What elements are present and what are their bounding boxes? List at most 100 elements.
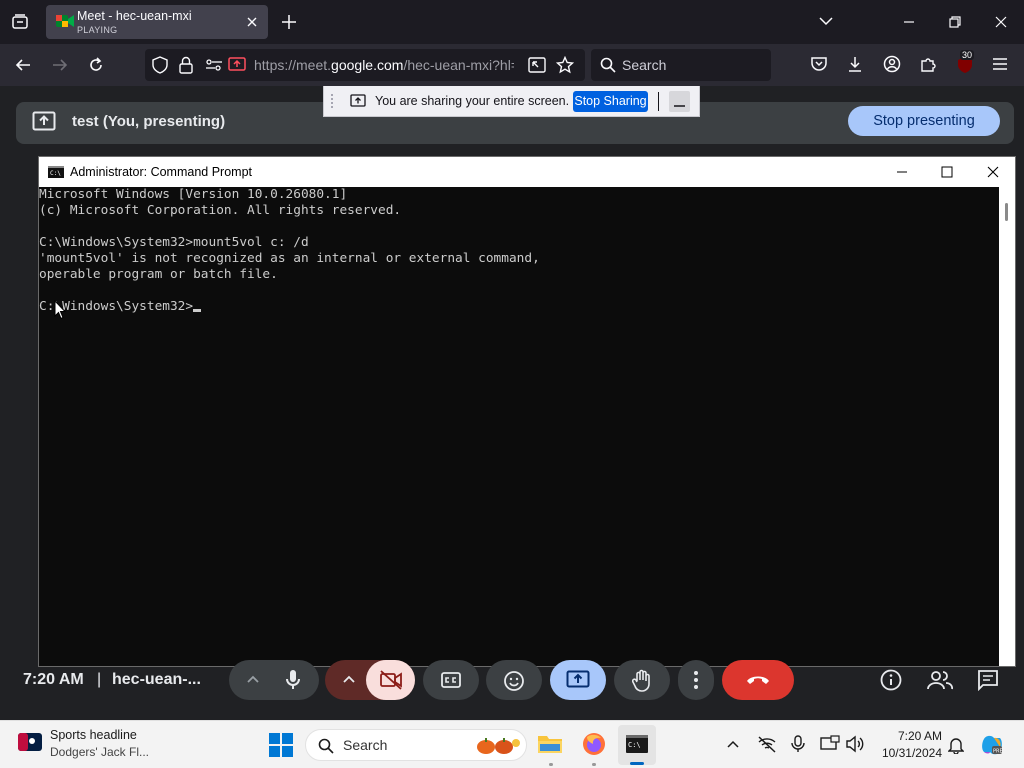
minimize-icon[interactable] [902,15,916,29]
taskbar-time[interactable]: 7:20 AM [880,729,942,743]
console-output[interactable]: Microsoft Windows [Version 10.0.26080.1]… [39,187,999,666]
more-vert-icon [694,671,698,689]
halloween-pumpkins-icon [472,734,522,756]
svg-text:C:\: C:\ [50,170,61,177]
volume-icon[interactable] [845,735,865,753]
picture-in-picture-icon[interactable] [528,57,546,73]
meeting-info-separator: | [97,671,102,688]
cmd-taskbar-button[interactable]: C:\ [618,725,656,765]
presenting-label: test (You, presenting) [72,113,226,130]
command-prompt-window[interactable]: C:\ Administrator: Command Prompt Micros… [38,156,1016,667]
mlb-news-widget-icon[interactable] [18,733,42,751]
closed-captions-icon [441,671,461,689]
news-widget-title[interactable]: Sports headline [50,728,137,742]
close-window-icon[interactable] [994,15,1008,29]
cmd-maximize-icon[interactable] [940,165,954,179]
account-icon[interactable] [883,55,901,73]
raise-hand-button[interactable] [614,660,670,700]
meeting-details-info-icon[interactable] [880,669,902,691]
mouse-pointer-icon [54,300,66,320]
tab-close-icon[interactable] [245,15,259,29]
screen-share-tray-icon[interactable] [820,735,840,753]
url-bar[interactable]: https://meet.google.com/hec-uean-mxi?hl= [145,49,585,81]
lock-icon[interactable] [179,56,193,74]
cmd-titlebar[interactable]: C:\ Administrator: Command Prompt [39,157,1015,187]
console-prompt-line: C:\Windows\System32> [39,299,999,315]
screen-share-indicator-icon[interactable] [228,57,246,73]
screen-share-icon [350,94,366,108]
search-icon [318,738,334,754]
news-widget-subtitle[interactable]: Dodgers' Jack Fl... [50,745,149,759]
firefox-icon[interactable] [581,731,607,757]
taskbar-search-placeholder: Search [343,737,388,753]
divider [658,92,659,111]
microphone-in-use-icon[interactable] [791,735,805,753]
cmd-window-title: Administrator: Command Prompt [70,165,253,179]
tab-meet[interactable]: Meet - hec-uean-mxi PLAYING [46,5,268,39]
audio-options-chevron-icon[interactable] [246,673,260,685]
network-disconnected-icon[interactable] [757,735,777,753]
minimize-notice-button[interactable] [669,91,690,112]
reload-icon[interactable] [87,56,105,74]
new-tab-icon[interactable] [280,13,298,31]
people-icon[interactable] [927,669,953,691]
stop-sharing-button[interactable]: Stop Sharing [573,91,648,112]
console-line: operable program or batch file. [39,267,278,282]
restore-icon[interactable] [948,15,962,29]
forward-icon[interactable] [51,56,69,74]
url-text[interactable]: https://meet.google.com/hec-uean-mxi?hl= [254,57,514,73]
ublock-extension-icon[interactable]: 30 [955,50,975,74]
active-indicator [630,762,644,765]
svg-text:PRE: PRE [993,749,1003,755]
taskbar-date[interactable]: 10/31/2024 [872,746,942,760]
stop-presenting-button[interactable]: Stop presenting [848,106,1000,136]
video-options-chevron-icon[interactable] [342,673,356,685]
cmd-minimize-icon[interactable] [895,165,909,179]
scrollbar-thumb[interactable] [1005,203,1008,221]
reactions-button[interactable] [486,660,542,700]
present-screen-icon [566,670,590,690]
windows-start-icon[interactable] [269,733,293,757]
url-prefix: https://meet. [254,57,332,73]
tab-playing-status: PLAYING [77,25,118,35]
screen-sharing-notice: You are sharing your entire screen. Stop… [323,86,700,117]
text-cursor [193,309,202,312]
chat-icon[interactable] [977,669,999,691]
leave-call-button[interactable] [722,660,794,700]
cmd-close-icon[interactable] [986,165,1000,179]
meeting-code: hec-uean-... [112,671,201,688]
camera-off-icon [379,670,403,690]
tab-list-icon[interactable] [10,12,30,32]
extensions-puzzle-icon[interactable] [919,55,937,73]
drag-handle-icon[interactable] [330,93,334,111]
pocket-icon[interactable] [810,55,828,73]
present-screen-icon [32,111,56,133]
console-line: (c) Microsoft Corporation. All rights re… [39,203,402,218]
tracking-protection-shield-icon[interactable] [152,56,168,74]
svg-text:C:\: C:\ [628,741,641,749]
more-options-button[interactable] [678,660,714,700]
captions-button[interactable] [423,660,479,700]
tab-overflow-chevron-icon[interactable] [818,14,834,28]
running-indicator [549,763,553,766]
present-now-button[interactable] [550,660,606,700]
camera-off-button[interactable] [366,660,415,700]
permissions-icon[interactable] [205,57,223,73]
notifications-bell-icon[interactable] [948,736,964,754]
file-explorer-icon[interactable] [537,733,563,755]
copilot-icon[interactable]: PRE [980,733,1004,757]
tab-title: Meet - hec-uean-mxi [77,9,192,23]
url-domain: google.com [331,57,404,73]
app-menu-hamburger-icon[interactable] [991,56,1009,72]
extension-badge-count: 30 [960,50,975,60]
show-hidden-icons-chevron-icon[interactable] [726,738,740,750]
taskbar-search-box[interactable]: Search [305,729,527,761]
microphone-icon[interactable] [283,669,303,691]
back-icon[interactable] [14,56,32,74]
search-bar[interactable]: Search [591,49,771,81]
cmd-scrollbar[interactable] [999,187,1015,666]
downloads-icon[interactable] [846,55,864,73]
bookmark-star-icon[interactable] [556,56,574,74]
